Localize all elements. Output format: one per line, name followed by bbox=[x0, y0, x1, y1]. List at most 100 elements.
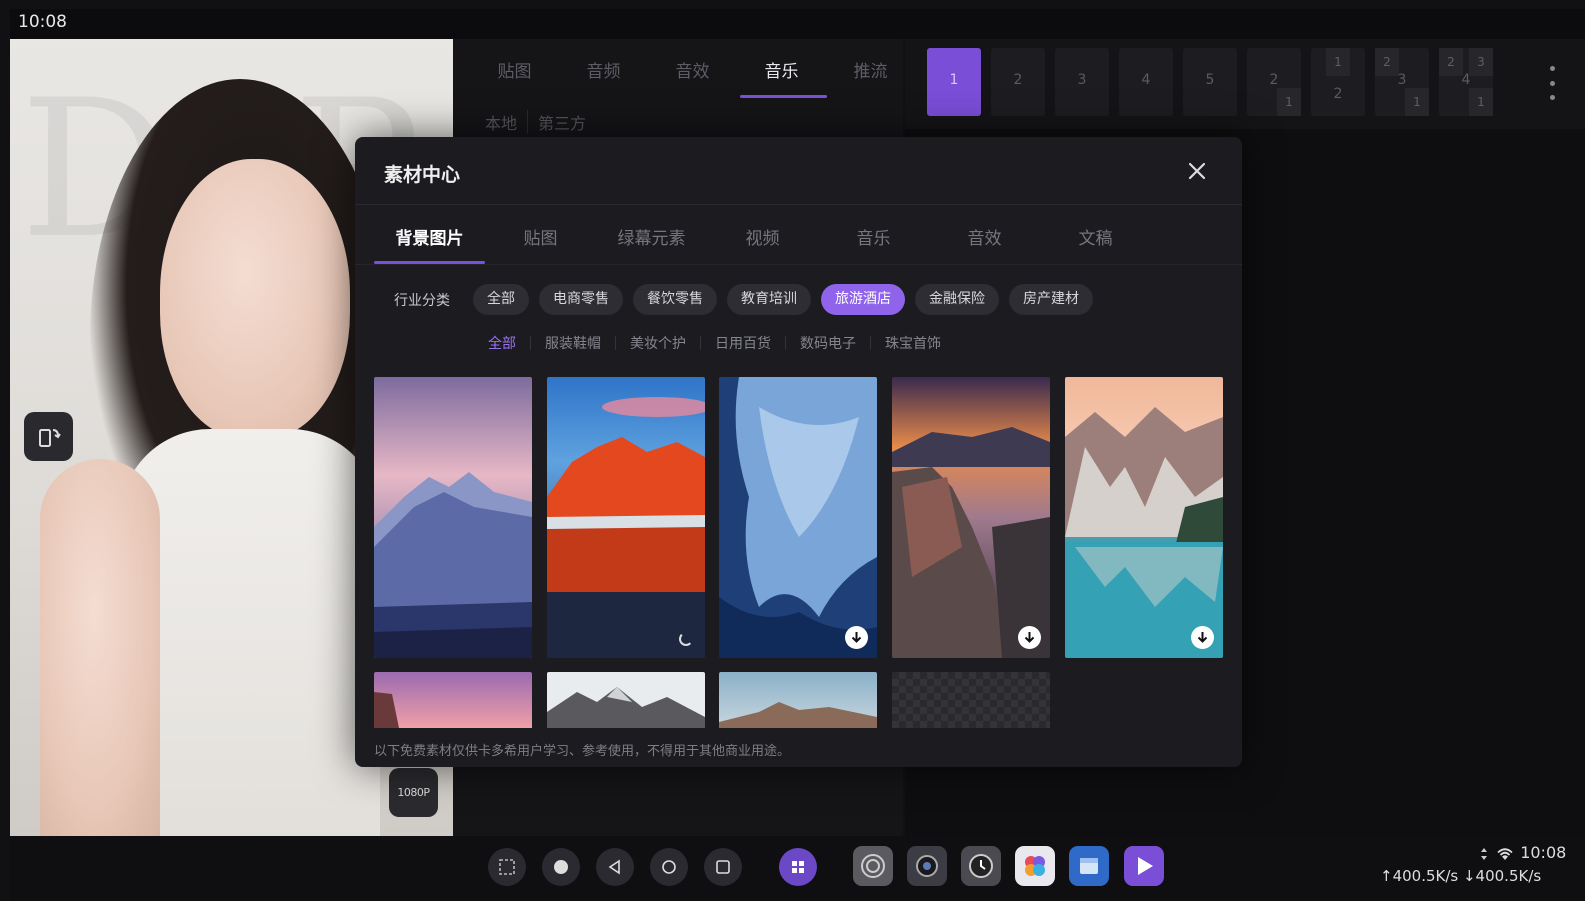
chip-ecommerce-retail[interactable]: 电商零售 bbox=[539, 284, 623, 315]
rotate-preview-button[interactable] bbox=[24, 412, 73, 461]
background-thumbnail[interactable] bbox=[374, 672, 532, 728]
tab-green-screen[interactable]: 绿幕元素 bbox=[596, 212, 707, 264]
scene-layout-label: 4 bbox=[1461, 72, 1471, 88]
scene-2[interactable]: 2 bbox=[991, 48, 1045, 116]
background-thumbnail[interactable] bbox=[719, 377, 877, 658]
back-triangle-icon bbox=[608, 859, 620, 875]
clock-icon bbox=[969, 854, 993, 878]
record-button[interactable] bbox=[542, 848, 580, 886]
folder-icon bbox=[1080, 858, 1098, 874]
scene-number: 3 bbox=[1077, 72, 1087, 88]
data-arrows-icon bbox=[1481, 847, 1487, 860]
webcam-icon bbox=[916, 855, 938, 877]
scene-layout-cell: 1 bbox=[1326, 48, 1350, 76]
coastal-village-image bbox=[892, 377, 1050, 658]
scene-layout-a[interactable]: 2 1 bbox=[1247, 48, 1301, 116]
scene-number: 2 bbox=[1013, 72, 1023, 88]
tab-music[interactable]: 音乐 bbox=[737, 48, 827, 98]
scene-layout-b[interactable]: 1 2 bbox=[1311, 48, 1365, 116]
download-button[interactable] bbox=[1191, 626, 1214, 649]
record-icon bbox=[554, 860, 568, 874]
download-button[interactable] bbox=[845, 626, 868, 649]
tab-sound-effects[interactable]: 音效 bbox=[648, 48, 737, 98]
industry-category-label: 行业分类 bbox=[394, 293, 450, 309]
camera-app-icon[interactable] bbox=[853, 846, 893, 886]
live-stream-app-icon[interactable] bbox=[1124, 846, 1164, 886]
home-button[interactable] bbox=[650, 848, 688, 886]
preview-hand bbox=[40, 459, 160, 836]
screenshot-button[interactable] bbox=[488, 848, 526, 886]
download-button[interactable] bbox=[1018, 626, 1041, 649]
tab-background-images[interactable]: 背景图片 bbox=[374, 212, 485, 264]
recents-square-icon bbox=[716, 860, 730, 874]
scene-layout-c[interactable]: 2 3 1 bbox=[1375, 48, 1429, 116]
desert-mountain-image bbox=[719, 672, 877, 728]
tab-sound-effects[interactable]: 音效 bbox=[929, 212, 1040, 264]
subcategory-beauty[interactable]: 美妆个护 bbox=[616, 333, 700, 353]
transparent-thumbnail[interactable] bbox=[892, 672, 1050, 728]
tab-video[interactable]: 视频 bbox=[707, 212, 818, 264]
close-button[interactable] bbox=[1186, 160, 1208, 182]
subcategory-all[interactable]: 全部 bbox=[474, 333, 530, 353]
scene-4[interactable]: 4 bbox=[1119, 48, 1173, 116]
app-drawer-button[interactable] bbox=[779, 848, 817, 886]
background-thumbnail[interactable] bbox=[374, 377, 532, 658]
petals-icon bbox=[1025, 856, 1045, 876]
loading-spinner-icon bbox=[679, 632, 693, 646]
subcategory-household[interactable]: 日用百货 bbox=[701, 333, 785, 353]
chip-all[interactable]: 全部 bbox=[473, 284, 529, 315]
home-circle-icon bbox=[662, 860, 676, 874]
more-menu-button[interactable] bbox=[1545, 66, 1559, 100]
material-tabs: 背景图片 贴图 绿幕元素 视频 音乐 音效 文稿 bbox=[374, 212, 1151, 264]
status-time: 10:08 bbox=[18, 12, 67, 32]
ice-texture-image bbox=[719, 377, 877, 658]
background-thumbnail[interactable] bbox=[547, 377, 705, 658]
dialog-divider bbox=[355, 264, 1242, 265]
tab-scripts[interactable]: 文稿 bbox=[1040, 212, 1151, 264]
download-icon bbox=[851, 632, 862, 643]
chip-education[interactable]: 教育培训 bbox=[727, 284, 811, 315]
back-button[interactable] bbox=[596, 848, 634, 886]
tab-music[interactable]: 音乐 bbox=[818, 212, 929, 264]
tab-streaming[interactable]: 推流 bbox=[826, 48, 915, 98]
grid-icon bbox=[792, 861, 804, 873]
play-icon bbox=[1138, 857, 1153, 875]
snowy-mountain-image bbox=[374, 377, 532, 658]
resolution-badge[interactable]: 1080P bbox=[389, 768, 438, 817]
scene-layout-cell: 1 bbox=[1277, 88, 1301, 116]
chip-travel-hotel[interactable]: 旅游酒店 bbox=[821, 284, 905, 315]
scene-layout-label: 3 bbox=[1397, 72, 1407, 88]
chip-finance-insurance[interactable]: 金融保险 bbox=[915, 284, 999, 315]
source-tab-local[interactable]: 本地 bbox=[475, 110, 527, 134]
tab-stickers[interactable]: 贴图 bbox=[485, 212, 596, 264]
subcategory-electronics[interactable]: 数码电子 bbox=[786, 333, 870, 353]
webcam-app-icon[interactable] bbox=[907, 846, 947, 886]
subcategory-jewelry[interactable]: 珠宝首饰 bbox=[871, 333, 955, 353]
red-mountain-lake-image bbox=[547, 377, 705, 658]
chip-real-estate[interactable]: 房产建材 bbox=[1009, 284, 1093, 315]
background-thumbnail[interactable] bbox=[892, 377, 1050, 658]
scene-1[interactable]: 1 bbox=[927, 48, 981, 116]
dialog-divider bbox=[355, 204, 1242, 205]
files-app-icon[interactable] bbox=[1069, 846, 1109, 886]
clock-app-icon[interactable] bbox=[961, 846, 1001, 886]
gallery-app-icon[interactable] bbox=[1015, 846, 1055, 886]
download-icon bbox=[1024, 632, 1035, 643]
scene-5[interactable]: 5 bbox=[1183, 48, 1237, 116]
background-thumbnail[interactable] bbox=[547, 672, 705, 728]
chip-food-retail[interactable]: 餐饮零售 bbox=[633, 284, 717, 315]
more-dot bbox=[1549, 80, 1555, 86]
source-tab-third-party[interactable]: 第三方 bbox=[528, 110, 596, 134]
tab-stickers[interactable]: 贴图 bbox=[470, 48, 559, 98]
background-thumbnail[interactable] bbox=[719, 672, 877, 728]
background-thumbnail[interactable] bbox=[1065, 377, 1223, 658]
recents-button[interactable] bbox=[704, 848, 742, 886]
dialog-title: 素材中心 bbox=[384, 164, 461, 186]
subcategory-apparel[interactable]: 服装鞋帽 bbox=[531, 333, 615, 353]
system-time: 10:08 bbox=[1520, 843, 1567, 862]
scene-layout-d[interactable]: 2 3 4 1 bbox=[1439, 48, 1493, 116]
more-dot bbox=[1549, 66, 1555, 71]
tab-audio[interactable]: 音频 bbox=[559, 48, 648, 98]
scene-3[interactable]: 3 bbox=[1055, 48, 1109, 116]
subcategory-row: 全部 服装鞋帽 美妆个护 日用百货 数码电子 珠宝首饰 bbox=[474, 333, 955, 353]
